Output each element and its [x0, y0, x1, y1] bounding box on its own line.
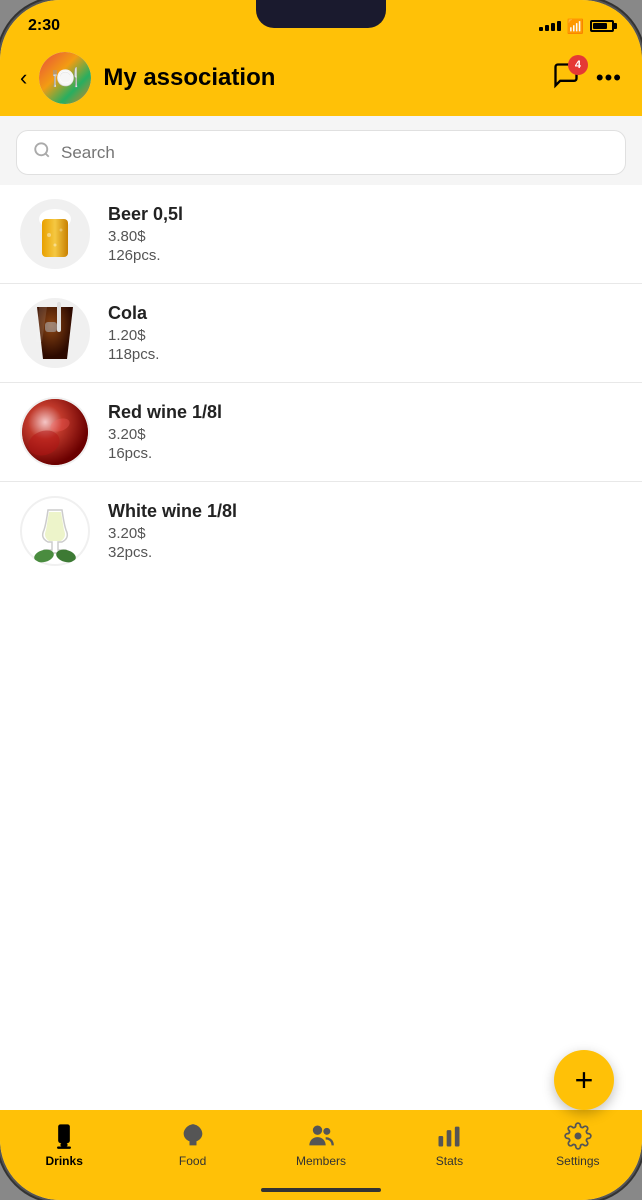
item-price: 3.20$ [108, 525, 622, 542]
more-button[interactable]: ••• [596, 65, 622, 91]
item-price: 3.20$ [108, 426, 622, 443]
avatar-image: 🍽️ [39, 52, 91, 104]
nav-label-settings: Settings [556, 1154, 599, 1168]
search-input[interactable] [61, 143, 609, 163]
phone-frame: 2:30 📶 ‹ 🍽️ My association [0, 0, 642, 1200]
list-item[interactable]: White wine 1/8l 3.20$ 32pcs. [0, 482, 642, 580]
notch [256, 0, 386, 28]
nav-item-drinks[interactable]: Drinks [0, 1122, 128, 1168]
header: ‹ 🍽️ My association 4 ••• [0, 44, 642, 116]
item-info-whitewine: White wine 1/8l 3.20$ 32pcs. [108, 501, 622, 561]
nav-item-stats[interactable]: Stats [385, 1122, 513, 1168]
wifi-icon: 📶 [567, 18, 584, 35]
item-pcs: 32pcs. [108, 544, 622, 561]
item-name: Beer 0,5l [108, 204, 622, 225]
search-box[interactable] [16, 130, 626, 175]
notification-badge: 4 [568, 55, 588, 75]
page-title: My association [103, 64, 540, 92]
item-thumbnail-cola [20, 298, 90, 368]
item-price: 3.80$ [108, 228, 622, 245]
nav-item-members[interactable]: Members [257, 1122, 385, 1168]
status-time: 2:30 [28, 17, 60, 35]
content-area: Beer 0,5l 3.80$ 126pcs. [0, 116, 642, 1110]
chat-button[interactable]: 4 [552, 61, 580, 96]
nav-label-stats: Stats [436, 1154, 463, 1168]
search-icon [33, 141, 51, 164]
list-item[interactable]: Beer 0,5l 3.80$ 126pcs. [0, 185, 642, 284]
add-item-fab[interactable]: + [554, 1050, 614, 1110]
back-button[interactable]: ‹ [20, 65, 27, 91]
home-indicator [261, 1188, 381, 1192]
item-thumbnail-whitewine [20, 496, 90, 566]
item-info-redwine: Red wine 1/8l 3.20$ 16pcs. [108, 402, 622, 462]
item-name: White wine 1/8l [108, 501, 622, 522]
item-pcs: 118pcs. [108, 346, 622, 363]
settings-icon [564, 1122, 592, 1150]
members-icon [307, 1122, 335, 1150]
item-info-beer: Beer 0,5l 3.80$ 126pcs. [108, 204, 622, 264]
stats-icon [435, 1122, 463, 1150]
nav-label-food: Food [179, 1154, 206, 1168]
signal-icon [539, 21, 561, 31]
list-item[interactable]: Cola 1.20$ 118pcs. [0, 284, 642, 383]
drinks-icon [50, 1122, 78, 1150]
battery-icon [590, 20, 614, 32]
item-name: Cola [108, 303, 622, 324]
status-icons: 📶 [539, 18, 614, 35]
item-info-cola: Cola 1.20$ 118pcs. [108, 303, 622, 363]
search-container [0, 116, 642, 185]
header-actions: 4 ••• [552, 61, 622, 96]
nav-label-drinks: Drinks [46, 1154, 83, 1168]
item-pcs: 126pcs. [108, 247, 622, 264]
item-thumbnail-beer [20, 199, 90, 269]
item-price: 1.20$ [108, 327, 622, 344]
item-name: Red wine 1/8l [108, 402, 622, 423]
bottom-navigation: Drinks Food Members [0, 1110, 642, 1200]
phone-screen: 2:30 📶 ‹ 🍽️ My association [0, 0, 642, 1200]
avatar[interactable]: 🍽️ [39, 52, 91, 104]
nav-label-members: Members [296, 1154, 346, 1168]
items-list: Beer 0,5l 3.80$ 126pcs. [0, 185, 642, 1110]
food-icon [179, 1122, 207, 1150]
list-item[interactable]: Red wine 1/8l 3.20$ 16pcs. [0, 383, 642, 482]
item-pcs: 16pcs. [108, 445, 622, 462]
nav-item-food[interactable]: Food [128, 1122, 256, 1168]
nav-item-settings[interactable]: Settings [514, 1122, 642, 1168]
item-thumbnail-redwine [20, 397, 90, 467]
